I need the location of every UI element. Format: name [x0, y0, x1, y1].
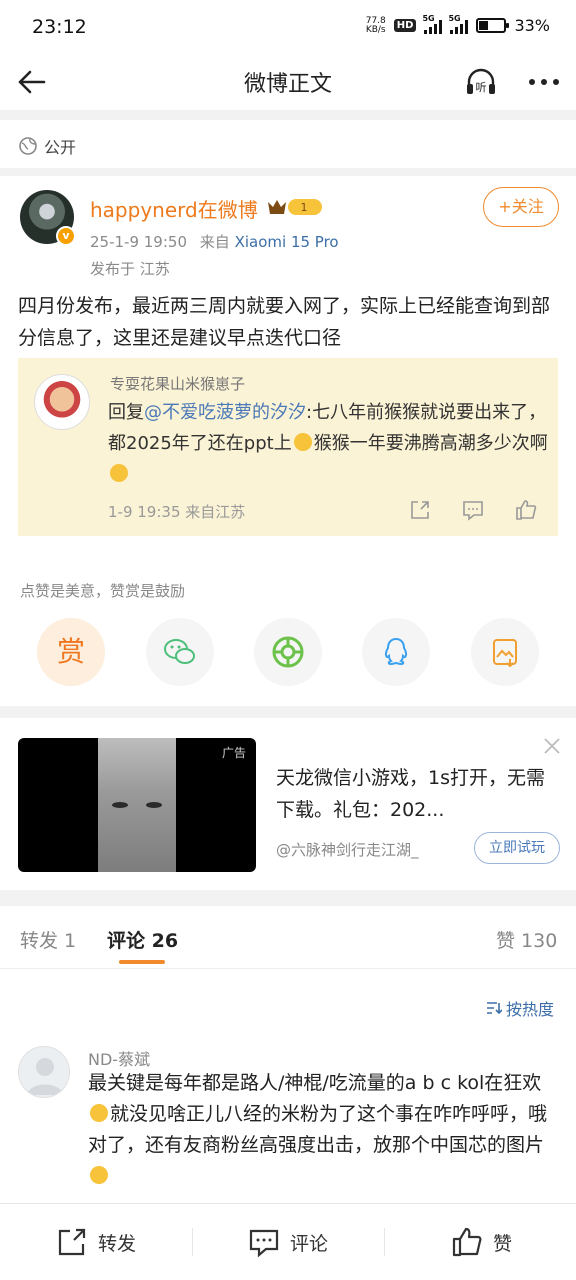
ad-title[interactable]: 天龙微信小游戏，1s打开，无需下载。礼包：202... — [276, 762, 552, 826]
signal-icon-2: 5G — [448, 14, 469, 34]
net-speed: 77.8 KB/s — [365, 16, 386, 35]
share-icon[interactable] — [408, 498, 432, 522]
ad-source: @六脉神剑行走江湖_ — [276, 841, 419, 859]
screen: 23:12 77.8 KB/s HD 5G 5G 33% 微博正文 听 公开 v… — [0, 0, 576, 1280]
sort-icon — [487, 1002, 502, 1015]
cat-emoji-icon — [90, 1166, 108, 1184]
post-location: 发布于 江苏 — [90, 260, 170, 278]
status-icons: 77.8 KB/s HD 5G 5G 33% — [365, 14, 550, 36]
sim2-label: 5G — [448, 13, 461, 23]
reward-button[interactable]: 赏 — [37, 618, 105, 686]
comment-button[interactable]: 评论 — [248, 1226, 328, 1258]
verified-badge-icon: v — [56, 226, 76, 246]
svg-text:听: 听 — [476, 81, 487, 94]
comment-avatar[interactable] — [18, 1046, 70, 1098]
share-wechat-button[interactable] — [146, 618, 214, 686]
quoted-comment[interactable]: 专耍花果山米猴崽子 回复@不爱吃菠萝的汐汐:七八年前猴猴就说要出来了，都2025… — [18, 358, 558, 536]
net-speed-unit: KB/s — [365, 24, 386, 35]
tab-repost[interactable]: 转发 1 — [20, 926, 76, 953]
divider — [192, 1228, 193, 1256]
reward-hint: 点赞是美意，赞赏是鼓励 — [20, 582, 186, 600]
divider — [0, 110, 576, 120]
clock: 23:12 — [32, 16, 87, 38]
divider — [384, 1228, 385, 1256]
moments-icon — [272, 636, 304, 668]
quoted-text: 回复@不爱吃菠萝的汐汐:七八年前猴猴就说要出来了，都2025年了还在ppt上 猴猴… — [108, 397, 548, 490]
mention-link[interactable]: @不爱吃菠萝的汐汐 — [144, 402, 306, 423]
status-bar: 23:12 77.8 KB/s HD 5G 5G 33% — [0, 0, 576, 56]
divider — [0, 968, 576, 969]
headphone-icon[interactable]: 听 — [463, 64, 499, 100]
visibility-label: 公开 — [44, 138, 77, 157]
hd-icon: HD — [393, 19, 417, 32]
laughing-emoji-icon — [110, 464, 128, 482]
comment-icon[interactable] — [461, 498, 485, 522]
repost-label: 转发 — [98, 1232, 137, 1255]
follow-button[interactable]: +关注 — [483, 187, 559, 227]
cat-image — [98, 738, 176, 872]
from-prefix: 来自 — [199, 233, 230, 251]
quoted-avatar[interactable] — [34, 374, 90, 430]
comment-text-part2: 就没见啥正儿八经的米粉为了这个事在咋咋呼呼，哦对了，还有友商粉丝高强度出击，放那… — [88, 1103, 548, 1156]
more-icon[interactable] — [524, 64, 564, 100]
nav-bar: 微博正文 听 — [0, 56, 576, 108]
ad-play-button[interactable]: 立即试玩 — [474, 832, 560, 864]
divider — [0, 890, 576, 906]
wechat-icon — [164, 639, 195, 664]
member-crown-icon: 1 — [268, 199, 322, 215]
author-name[interactable]: happynerd在微博 — [90, 194, 258, 223]
globe-icon — [19, 137, 37, 155]
tab-comments[interactable]: 评论 26 — [107, 926, 178, 953]
battery-icon — [476, 18, 510, 33]
sim1-label: 5G — [422, 13, 435, 23]
comment-text-part1: 最关键是每年都是路人/神棍/吃流量的a b c kol在狂欢 — [88, 1072, 542, 1094]
comment-icon — [249, 1229, 279, 1258]
like-label: 赞 — [493, 1232, 513, 1255]
divider — [0, 168, 576, 176]
divider — [0, 706, 576, 718]
member-level: 1 — [301, 201, 308, 214]
tab-likes[interactable]: 赞 130 — [496, 926, 557, 953]
quoted-meta: 1-9 19:35 来自江苏 — [108, 503, 246, 521]
ad-tag: 广告 — [221, 746, 246, 760]
comment-author[interactable]: ND-蔡斌 — [88, 1046, 150, 1070]
sort-toggle[interactable]: 按热度 — [486, 996, 554, 1020]
quoted-text-part2: 猴猴一年要沸腾高潮多少次啊 — [313, 433, 548, 454]
share-moments-button[interactable] — [254, 618, 322, 686]
default-avatar-icon — [27, 1058, 63, 1095]
quoted-author[interactable]: 专耍花果山米猴崽子 — [110, 373, 245, 394]
share-qq-button[interactable] — [362, 618, 430, 686]
like-icon[interactable] — [514, 498, 538, 522]
share-image-button[interactable] — [471, 618, 539, 686]
repost-icon — [58, 1228, 86, 1256]
laughing-emoji-icon — [90, 1104, 108, 1122]
like-button[interactable]: 赞 — [451, 1226, 512, 1258]
tab-indicator — [119, 960, 165, 964]
post-source[interactable]: Xiaomi 15 Pro — [235, 233, 339, 251]
like-icon — [452, 1227, 482, 1257]
repost-button[interactable]: 转发 — [56, 1226, 136, 1258]
bottom-action-bar: 转发 评论 赞 — [0, 1203, 576, 1280]
visibility: 公开 — [18, 134, 76, 158]
comment-text: 最关键是每年都是路人/神棍/吃流量的a b c kol在狂欢就没见啥正儿八经的米… — [88, 1068, 560, 1192]
qq-icon — [384, 637, 408, 666]
sort-label: 按热度 — [506, 1000, 555, 1019]
post-date: 25-1-9 19:50 — [90, 233, 187, 251]
save-image-icon — [493, 639, 517, 668]
reply-prefix: 回复 — [108, 402, 144, 423]
post-text: 四月份发布，最近两三周内就要入网了，实际上已经能查询到部分信息了，这里还是建议早… — [18, 295, 551, 349]
close-icon[interactable] — [542, 736, 562, 756]
battery-text: 33% — [514, 16, 550, 35]
comment-label: 评论 — [290, 1232, 329, 1255]
post-meta: 25-1-9 19:50 来自 Xiaomi 15 Pro — [90, 231, 339, 252]
ad-image[interactable]: 广告 — [18, 738, 256, 872]
signal-icon: 5G — [422, 14, 443, 34]
smirk-emoji-icon — [293, 433, 312, 451]
